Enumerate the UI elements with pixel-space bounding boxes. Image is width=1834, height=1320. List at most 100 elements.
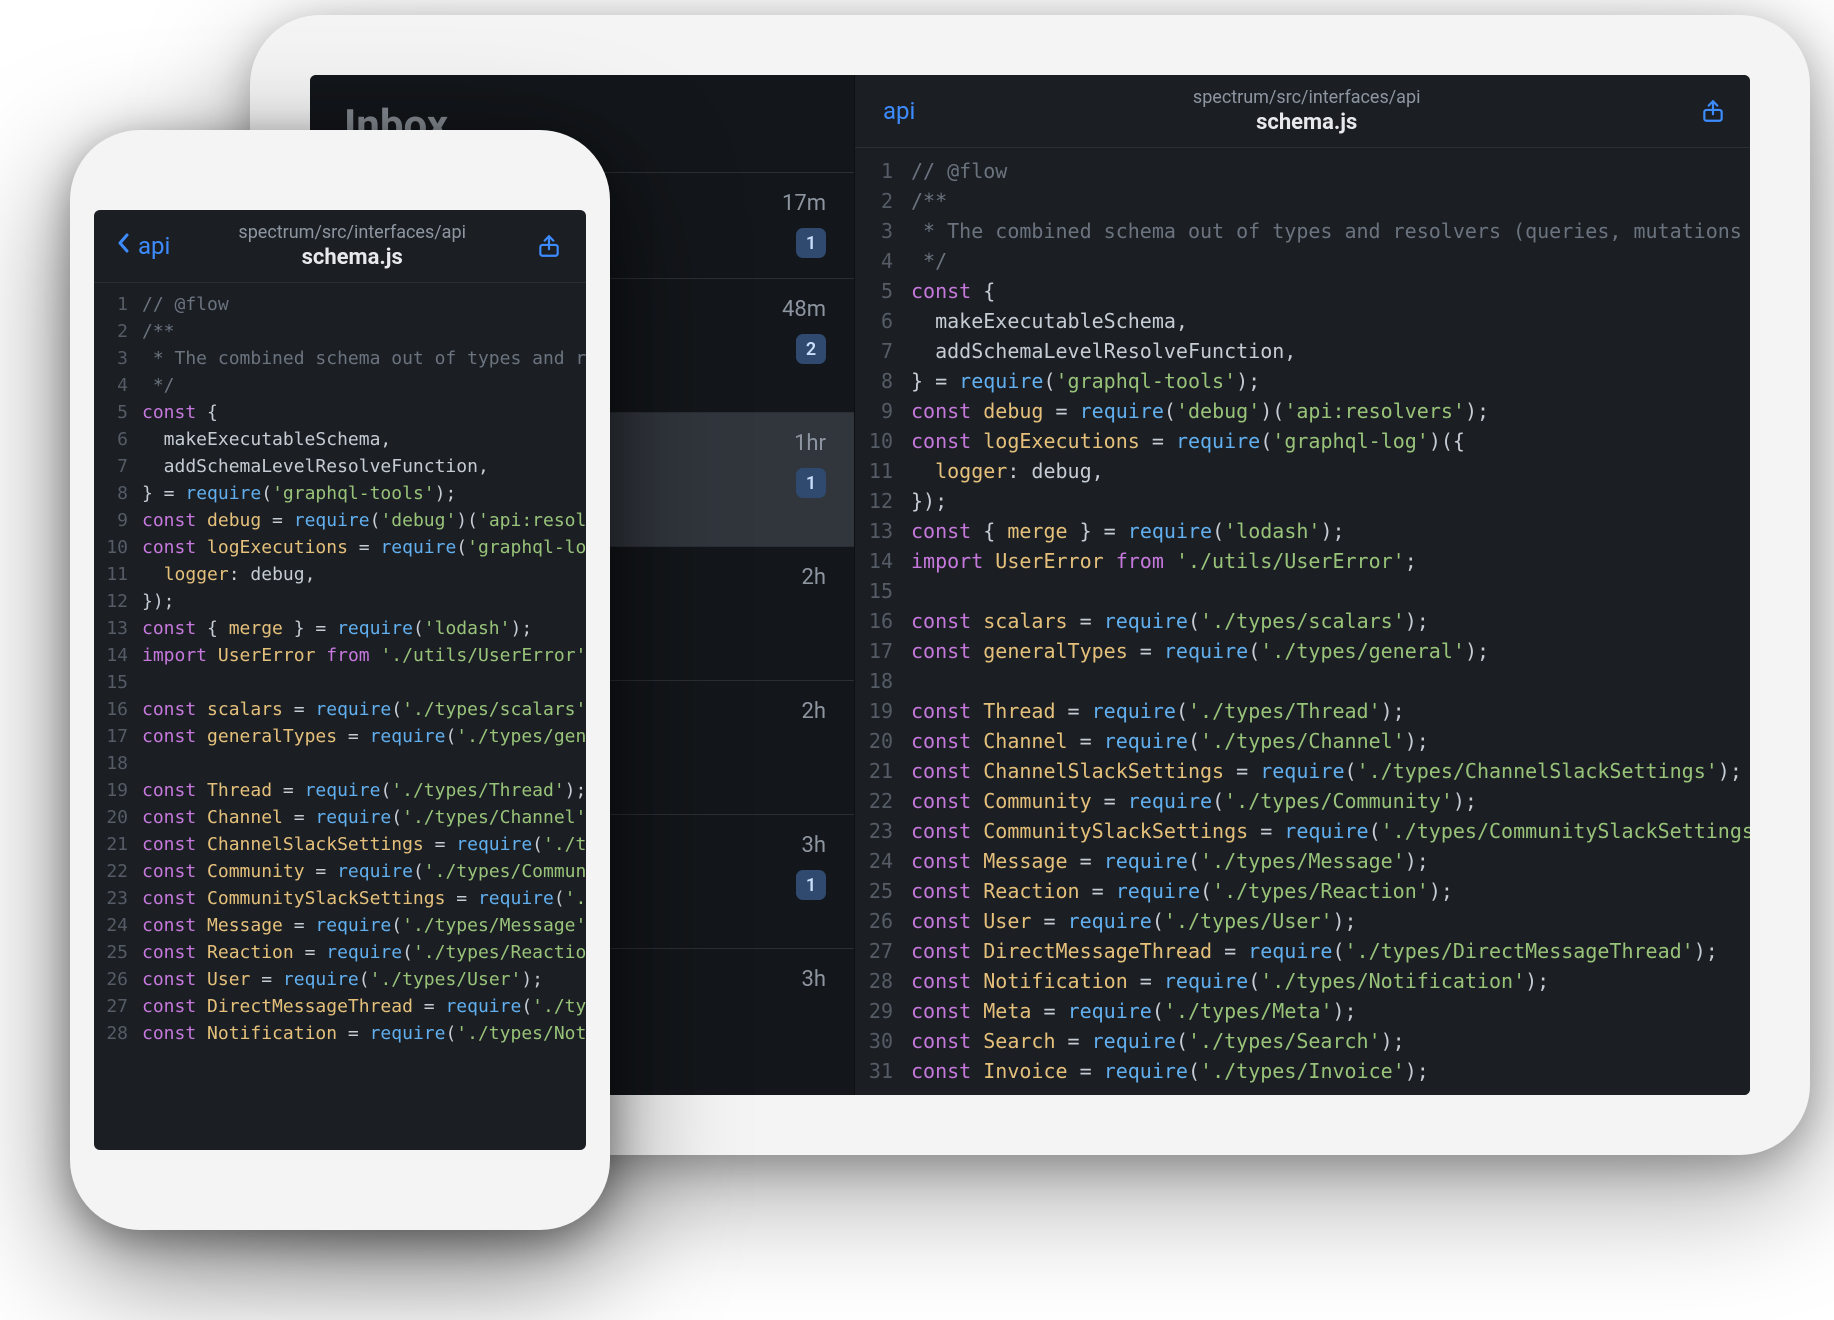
line-source: const Reaction = require('./types/Reacti… (911, 876, 1750, 906)
code-line: 22const Community = require('./types/Com… (855, 786, 1750, 816)
file-name: schema.js (915, 110, 1698, 135)
code-line: 9const debug = require('debug')('api:res… (94, 507, 586, 534)
code-line: 7 addSchemaLevelResolveFunction, (94, 453, 586, 480)
code-line: 23const CommunitySlackSettings = require… (855, 816, 1750, 846)
code-line: 1// @flow (94, 291, 586, 318)
line-source: const DirectMessageThread = require('./t… (142, 993, 586, 1020)
line-number: 22 (855, 786, 911, 816)
editor-panel: api spectrum/src/interfaces/api schema.j… (855, 75, 1750, 1095)
code-line: 26const User = require('./types/User'); (855, 906, 1750, 936)
line-number: 27 (855, 936, 911, 966)
code-line: 30const Search = require('./types/Search… (855, 1026, 1750, 1056)
line-source: }); (142, 588, 586, 615)
code-view[interactable]: 1// @flow2/**3 * The combined schema out… (94, 283, 586, 1150)
line-number: 14 (855, 546, 911, 576)
chevron-left-icon (116, 231, 132, 261)
code-line: 19const Thread = require('./types/Thread… (94, 777, 586, 804)
line-source: // @flow (911, 156, 1750, 186)
code-line: 15 (94, 669, 586, 696)
inbox-item-time: 3h (802, 833, 826, 858)
code-line: 26const User = require('./types/User'); (94, 966, 586, 993)
line-number: 22 (94, 858, 142, 885)
back-button[interactable]: api (877, 97, 915, 125)
code-line: 10const logExecutions = require('graphql… (94, 534, 586, 561)
line-source: const generalTypes = require('./types/ge… (911, 636, 1750, 666)
file-name: schema.js (170, 245, 534, 270)
inbox-item-time: 2h (802, 565, 826, 590)
line-number: 5 (855, 276, 911, 306)
line-source: const User = require('./types/User'); (911, 906, 1750, 936)
line-number: 8 (94, 480, 142, 507)
inbox-item-time: 17m (782, 191, 826, 216)
code-line: 6 makeExecutableSchema, (855, 306, 1750, 336)
back-button[interactable]: api (116, 231, 170, 261)
line-number: 1 (855, 156, 911, 186)
code-line: 4 */ (94, 372, 586, 399)
code-line: 13const { merge } = require('lodash'); (855, 516, 1750, 546)
line-number: 24 (94, 912, 142, 939)
line-source: * The combined schema out of types and r… (911, 216, 1750, 246)
code-line: 20const Channel = require('./types/Chann… (94, 804, 586, 831)
line-source: // @flow (142, 291, 586, 318)
line-source: makeExecutableSchema, (911, 306, 1750, 336)
code-line: 7 addSchemaLevelResolveFunction, (855, 336, 1750, 366)
code-line: 21const ChannelSlackSettings = require('… (94, 831, 586, 858)
line-number: 12 (855, 486, 911, 516)
line-number: 10 (94, 534, 142, 561)
code-view[interactable]: 1// @flow2/**3 * The combined schema out… (855, 148, 1750, 1095)
line-number: 15 (855, 576, 911, 606)
code-line: 17const generalTypes = require('./types/… (855, 636, 1750, 666)
code-line: 18 (94, 750, 586, 777)
line-number: 26 (855, 906, 911, 936)
line-number: 31 (855, 1056, 911, 1086)
line-source: }); (911, 486, 1750, 516)
code-line: 14import UserError from './utils/UserErr… (94, 642, 586, 669)
line-number: 4 (855, 246, 911, 276)
line-source: /** (911, 186, 1750, 216)
unread-badge: 1 (796, 228, 826, 258)
line-number: 13 (855, 516, 911, 546)
line-number: 20 (94, 804, 142, 831)
line-source: const Thread = require('./types/Thread')… (142, 777, 586, 804)
line-source: const Channel = require('./types/Channel… (911, 726, 1750, 756)
phone-screen: api spectrum/src/interfaces/api schema.j… (94, 210, 586, 1150)
share-icon (536, 233, 562, 259)
line-number: 17 (855, 636, 911, 666)
line-number: 2 (94, 318, 142, 345)
share-button[interactable] (534, 231, 564, 261)
code-line: 11 logger: debug, (855, 456, 1750, 486)
line-number: 1 (94, 291, 142, 318)
unread-badge: 1 (796, 870, 826, 900)
line-source: const Notification = require('./types/No… (142, 1020, 586, 1047)
line-number: 6 (94, 426, 142, 453)
code-line: 28const Notification = require('./types/… (855, 966, 1750, 996)
code-line: 18 (855, 666, 1750, 696)
line-source: import UserError from './utils/UserError… (911, 546, 1750, 576)
line-source: import UserError from './utils/UserError… (142, 642, 586, 669)
share-button[interactable] (1698, 96, 1728, 126)
code-line: 4 */ (855, 246, 1750, 276)
inbox-item-time: 2h (802, 699, 826, 724)
phone-device: api spectrum/src/interfaces/api schema.j… (70, 130, 610, 1230)
line-source: const { (911, 276, 1750, 306)
line-number: 26 (94, 966, 142, 993)
code-line: 31const Invoice = require('./types/Invoi… (855, 1056, 1750, 1086)
code-line: 25const Reaction = require('./types/Reac… (94, 939, 586, 966)
line-source: const Thread = require('./types/Thread')… (911, 696, 1750, 726)
code-line: 3 * The combined schema out of types and… (94, 345, 586, 372)
code-line: 16const scalars = require('./types/scala… (94, 696, 586, 723)
line-number: 25 (855, 876, 911, 906)
line-source: const debug = require('debug')('api:reso… (142, 507, 586, 534)
code-line: 23const CommunitySlackSettings = require… (94, 885, 586, 912)
line-number: 7 (94, 453, 142, 480)
line-number: 21 (855, 756, 911, 786)
line-source: const { merge } = require('lodash'); (911, 516, 1750, 546)
share-icon (1700, 98, 1726, 124)
line-source (142, 750, 586, 777)
code-line: 6 makeExecutableSchema, (94, 426, 586, 453)
code-line: 16const scalars = require('./types/scala… (855, 606, 1750, 636)
code-line: 21const ChannelSlackSettings = require('… (855, 756, 1750, 786)
line-source: const generalTypes = require('./types/ge… (142, 723, 586, 750)
line-number: 16 (94, 696, 142, 723)
line-source: const { merge } = require('lodash'); (142, 615, 586, 642)
